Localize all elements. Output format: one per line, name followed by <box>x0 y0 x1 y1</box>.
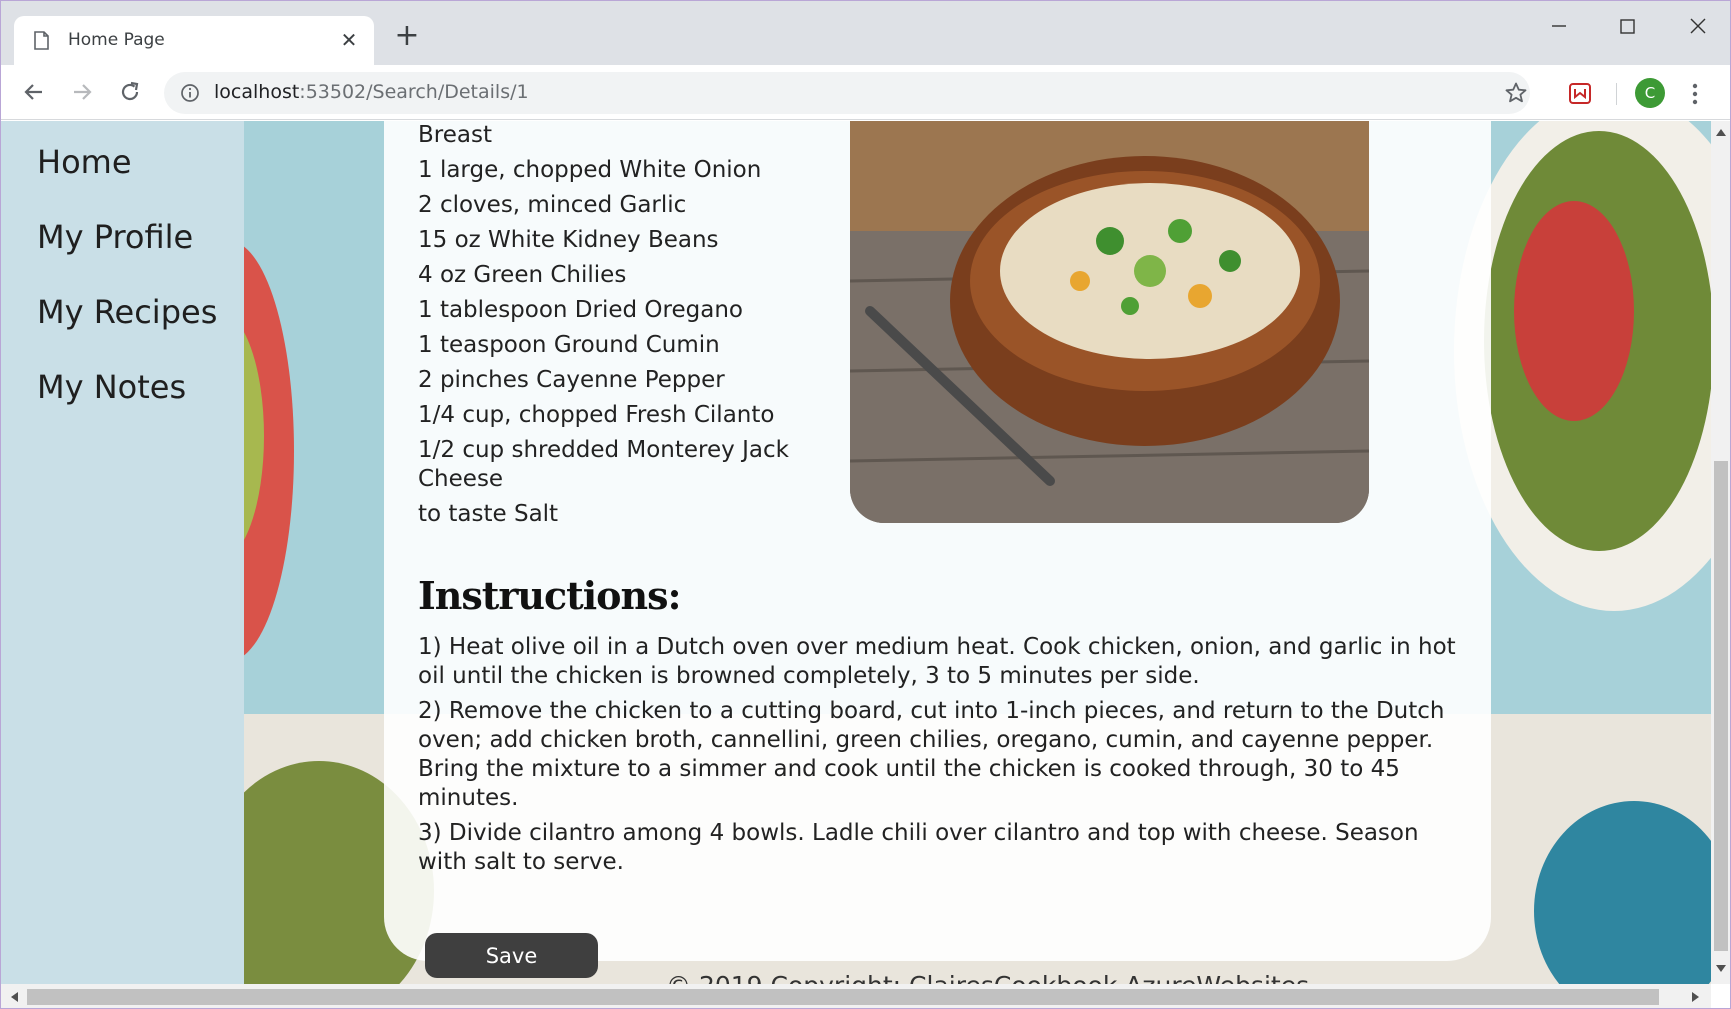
sidebar-item-my-recipes[interactable]: My Recipes <box>37 293 217 331</box>
ingredients-list: Breast 1 large, chopped White Onion 2 cl… <box>418 121 818 535</box>
new-tab-icon[interactable]: + <box>393 21 421 51</box>
sidebar-item-home[interactable]: Home <box>37 143 132 181</box>
recipe-card: Breast 1 large, chopped White Onion 2 cl… <box>384 121 1491 978</box>
scroll-down-arrow-icon[interactable] <box>1715 964 1727 974</box>
ingredient-item: 1 teaspoon Ground Cumin <box>418 332 720 358</box>
ingredient-item: 1/2 cup shredded Monterey Jack Cheese <box>418 437 789 492</box>
instruction-step: 2) Remove the chicken to a cutting board… <box>418 698 1445 811</box>
instructions-heading: Instructions: <box>418 573 682 618</box>
window-close-icon[interactable] <box>1677 11 1717 41</box>
ingredient-item: Breast <box>418 122 492 148</box>
instructions-list: 1) Heat olive oil in a Dutch oven over m… <box>418 633 1458 883</box>
ingredient-item: 2 cloves, minced Garlic <box>418 192 687 218</box>
url-host: localhost <box>214 81 300 103</box>
info-icon[interactable] <box>180 83 200 103</box>
page-icon <box>34 31 49 50</box>
minimize-icon[interactable] <box>1539 11 1579 41</box>
extension-shield-icon[interactable] <box>1567 80 1593 106</box>
browser-tab[interactable]: Home Page ✕ <box>14 16 374 65</box>
save-button[interactable]: Save <box>425 933 598 978</box>
address-bar[interactable]: localhost:53502/Search/Details/1 <box>164 72 1530 114</box>
ingredient-item: 2 pinches Cayenne Pepper <box>418 367 725 393</box>
tab-strip: Home Page ✕ + <box>1 1 1730 65</box>
reload-icon[interactable] <box>117 79 143 105</box>
url-path: :53502/Search/Details/1 <box>299 81 529 103</box>
recipe-photo <box>850 121 1369 523</box>
instruction-step: 3) Divide cilantro among 4 bowls. Ladle … <box>418 820 1419 875</box>
scroll-left-arrow-icon[interactable] <box>9 991 19 1003</box>
sidebar: Home My Profile My Recipes My Notes <box>1 121 244 984</box>
instruction-step: 1) Heat olive oil in a Dutch oven over m… <box>418 634 1456 689</box>
ingredient-item: 1 tablespoon Dried Oregano <box>418 297 743 323</box>
url-text[interactable]: localhost:53502/Search/Details/1 <box>214 81 529 103</box>
toolbar-divider <box>1616 83 1617 105</box>
horizontal-scroll-thumb[interactable] <box>27 989 1659 1005</box>
ingredient-item: to taste Salt <box>418 501 559 527</box>
close-tab-icon[interactable]: ✕ <box>338 29 360 51</box>
scroll-right-arrow-icon[interactable] <box>1691 991 1701 1003</box>
browser-window: Home Page ✕ + localhost:53502/Search/Det… <box>0 0 1731 1009</box>
browser-toolbar: localhost:53502/Search/Details/1 C <box>1 65 1730 120</box>
sidebar-item-my-notes[interactable]: My Notes <box>37 368 186 406</box>
sidebar-item-my-profile[interactable]: My Profile <box>37 218 193 256</box>
page-viewport: Home My Profile My Recipes My Notes Brea… <box>1 121 1711 984</box>
vertical-scrollbar[interactable] <box>1711 121 1730 984</box>
ingredient-item: 1/4 cup, chopped Fresh Cilanto <box>418 402 775 428</box>
tab-title: Home Page <box>68 30 165 50</box>
horizontal-scrollbar[interactable] <box>1 984 1711 1008</box>
profile-avatar[interactable]: C <box>1635 78 1665 108</box>
back-arrow-icon[interactable] <box>21 79 47 105</box>
footer-copyright: © 2019 Copyright: ClairesCookbook.AzureW… <box>666 971 1309 984</box>
ingredient-item: 15 oz White Kidney Beans <box>418 227 719 253</box>
scroll-up-arrow-icon[interactable] <box>1715 127 1727 137</box>
bookmark-star-icon[interactable] <box>1504 81 1528 105</box>
maximize-icon[interactable] <box>1607 11 1647 41</box>
ingredient-item: 4 oz Green Chilies <box>418 262 627 288</box>
forward-arrow-icon[interactable] <box>69 79 95 105</box>
ingredient-item: 1 large, chopped White Onion <box>418 157 762 183</box>
kebab-menu-icon[interactable] <box>1691 81 1699 107</box>
vertical-scroll-thumb[interactable] <box>1714 461 1728 951</box>
